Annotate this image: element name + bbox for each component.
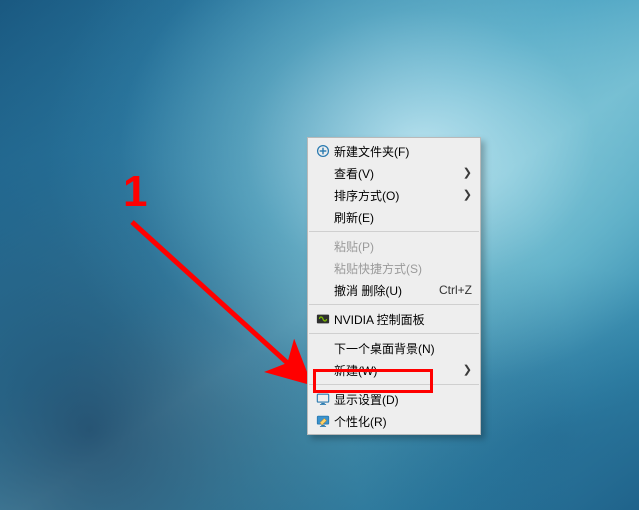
menu-item-new[interactable]: 新建(W) ❯ bbox=[308, 359, 480, 381]
menu-separator bbox=[309, 333, 479, 334]
menu-item-label: 查看(V) bbox=[334, 165, 457, 182]
menu-item-new-folder[interactable]: 新建文件夹(F) bbox=[308, 140, 480, 162]
menu-item-shortcut: Ctrl+Z bbox=[439, 283, 472, 297]
annotation-number: 1 bbox=[123, 170, 147, 214]
menu-item-label: 新建(W) bbox=[334, 362, 457, 379]
menu-item-label: 新建文件夹(F) bbox=[334, 143, 472, 160]
menu-item-label: 下一个桌面背景(N) bbox=[334, 340, 472, 357]
menu-separator bbox=[309, 304, 479, 305]
menu-item-personalize[interactable]: 个性化(R) bbox=[308, 410, 480, 432]
menu-item-label: 刷新(E) bbox=[334, 209, 472, 226]
menu-item-label: NVIDIA 控制面板 bbox=[334, 311, 472, 328]
chevron-right-icon: ❯ bbox=[463, 365, 472, 376]
menu-item-undo-delete[interactable]: 撤消 删除(U) Ctrl+Z bbox=[308, 279, 480, 301]
menu-item-view[interactable]: 查看(V) ❯ bbox=[308, 162, 480, 184]
chevron-right-icon: ❯ bbox=[463, 190, 472, 201]
menu-item-paste-shortcut: 粘贴快捷方式(S) bbox=[308, 257, 480, 279]
menu-item-label: 个性化(R) bbox=[334, 413, 472, 430]
menu-item-sort-by[interactable]: 排序方式(O) ❯ bbox=[308, 184, 480, 206]
menu-item-label: 显示设置(D) bbox=[334, 391, 472, 408]
menu-item-label: 排序方式(O) bbox=[334, 187, 457, 204]
menu-item-next-wallpaper[interactable]: 下一个桌面背景(N) bbox=[308, 337, 480, 359]
annotation-arrow-icon bbox=[118, 214, 318, 394]
menu-item-paste: 粘贴(P) bbox=[308, 235, 480, 257]
menu-item-nvidia-control-panel[interactable]: NVIDIA 控制面板 bbox=[308, 308, 480, 330]
menu-item-display-settings[interactable]: 显示设置(D) bbox=[308, 388, 480, 410]
menu-item-label: 粘贴(P) bbox=[334, 238, 472, 255]
menu-item-refresh[interactable]: 刷新(E) bbox=[308, 206, 480, 228]
chevron-right-icon: ❯ bbox=[463, 168, 472, 179]
menu-separator bbox=[309, 384, 479, 385]
desktop-background[interactable]: 1 新建文件夹(F) 查看(V) ❯ 排序方式(O) ❯ 刷新( bbox=[0, 0, 639, 510]
menu-item-label: 粘贴快捷方式(S) bbox=[334, 260, 472, 277]
folder-new-icon bbox=[312, 144, 334, 158]
menu-separator bbox=[309, 231, 479, 232]
display-settings-icon bbox=[312, 392, 334, 406]
personalize-icon bbox=[312, 414, 334, 428]
nvidia-icon bbox=[312, 312, 334, 326]
desktop-context-menu: 新建文件夹(F) 查看(V) ❯ 排序方式(O) ❯ 刷新(E) 粘贴(P) 粘… bbox=[307, 137, 481, 435]
menu-item-label: 撤消 删除(U) bbox=[334, 282, 429, 299]
